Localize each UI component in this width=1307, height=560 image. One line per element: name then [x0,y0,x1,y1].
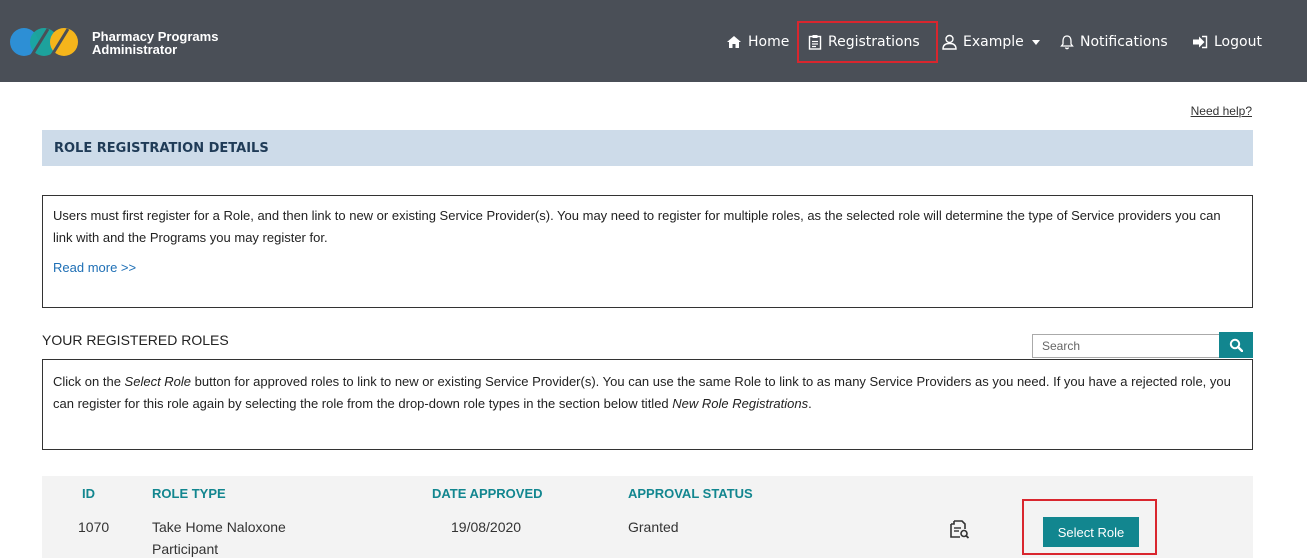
main-nav: Home Registrations Example Notifications… [0,30,1307,54]
home-icon [727,36,741,48]
roles-info-text-3: . [808,396,812,411]
roles-info-emphasis-1: Select Role [124,374,192,389]
caret-down-icon [1031,40,1040,45]
nav-home-label: Home [748,34,790,50]
view-details-icon[interactable] [948,518,970,540]
top-navbar: Pharmacy Programs Administrator Home Reg… [0,0,1307,82]
nav-user-menu[interactable]: Example [942,30,1041,54]
section-header: ROLE REGISTRATION DETAILS [42,130,1253,166]
intro-info-box: Users must first register for a Role, an… [42,195,1253,308]
section-title: ROLE REGISTRATION DETAILS [54,140,269,156]
col-header-role-type: ROLE TYPE [152,486,226,501]
need-help-link[interactable]: Need help? [1191,104,1252,118]
intro-text: Users must first register for a Role, an… [53,208,1221,245]
nav-logout-label: Logout [1214,34,1262,50]
cell-role-type-line-2: Participant [152,541,219,557]
select-role-highlight-box [1022,499,1157,555]
search-placeholder: Search [1042,339,1081,353]
read-more-link[interactable]: Read more >> [53,260,136,275]
cell-approval-status: Granted [628,519,679,535]
cell-role-type: Take Home Naloxone Participant [152,516,286,560]
cell-date-approved: 19/08/2020 [451,519,522,535]
search-button[interactable] [1219,332,1253,358]
user-icon [942,34,957,50]
search-icon [1229,338,1243,352]
nav-notifications[interactable]: Notifications [1060,30,1168,54]
registered-roles-title: YOUR REGISTERED ROLES [42,332,229,348]
roles-search-input[interactable]: Search [1032,334,1220,358]
col-header-approval-status: APPROVAL STATUS [628,486,753,501]
col-header-id: ID [82,486,95,501]
roles-info-text-2: button for approved roles to link to new… [53,374,1231,411]
roles-info-text-1: Click on the [53,374,125,389]
nav-notifications-label: Notifications [1080,34,1168,50]
roles-info-box: Click on the Select Role button for appr… [42,359,1253,450]
col-header-date-approved: DATE APPROVED [432,486,543,501]
registrations-highlight-box [797,21,938,63]
nav-user-label: Example [963,34,1024,50]
logout-icon [1193,35,1208,49]
bell-icon [1060,35,1074,50]
nav-logout[interactable]: Logout [1192,30,1262,54]
cell-role-type-line-1: Take Home Naloxone [152,519,286,535]
nav-home[interactable]: Home [726,30,789,54]
roles-info-emphasis-2: New Role Registrations [672,396,809,411]
cell-id: 1070 [78,519,110,535]
